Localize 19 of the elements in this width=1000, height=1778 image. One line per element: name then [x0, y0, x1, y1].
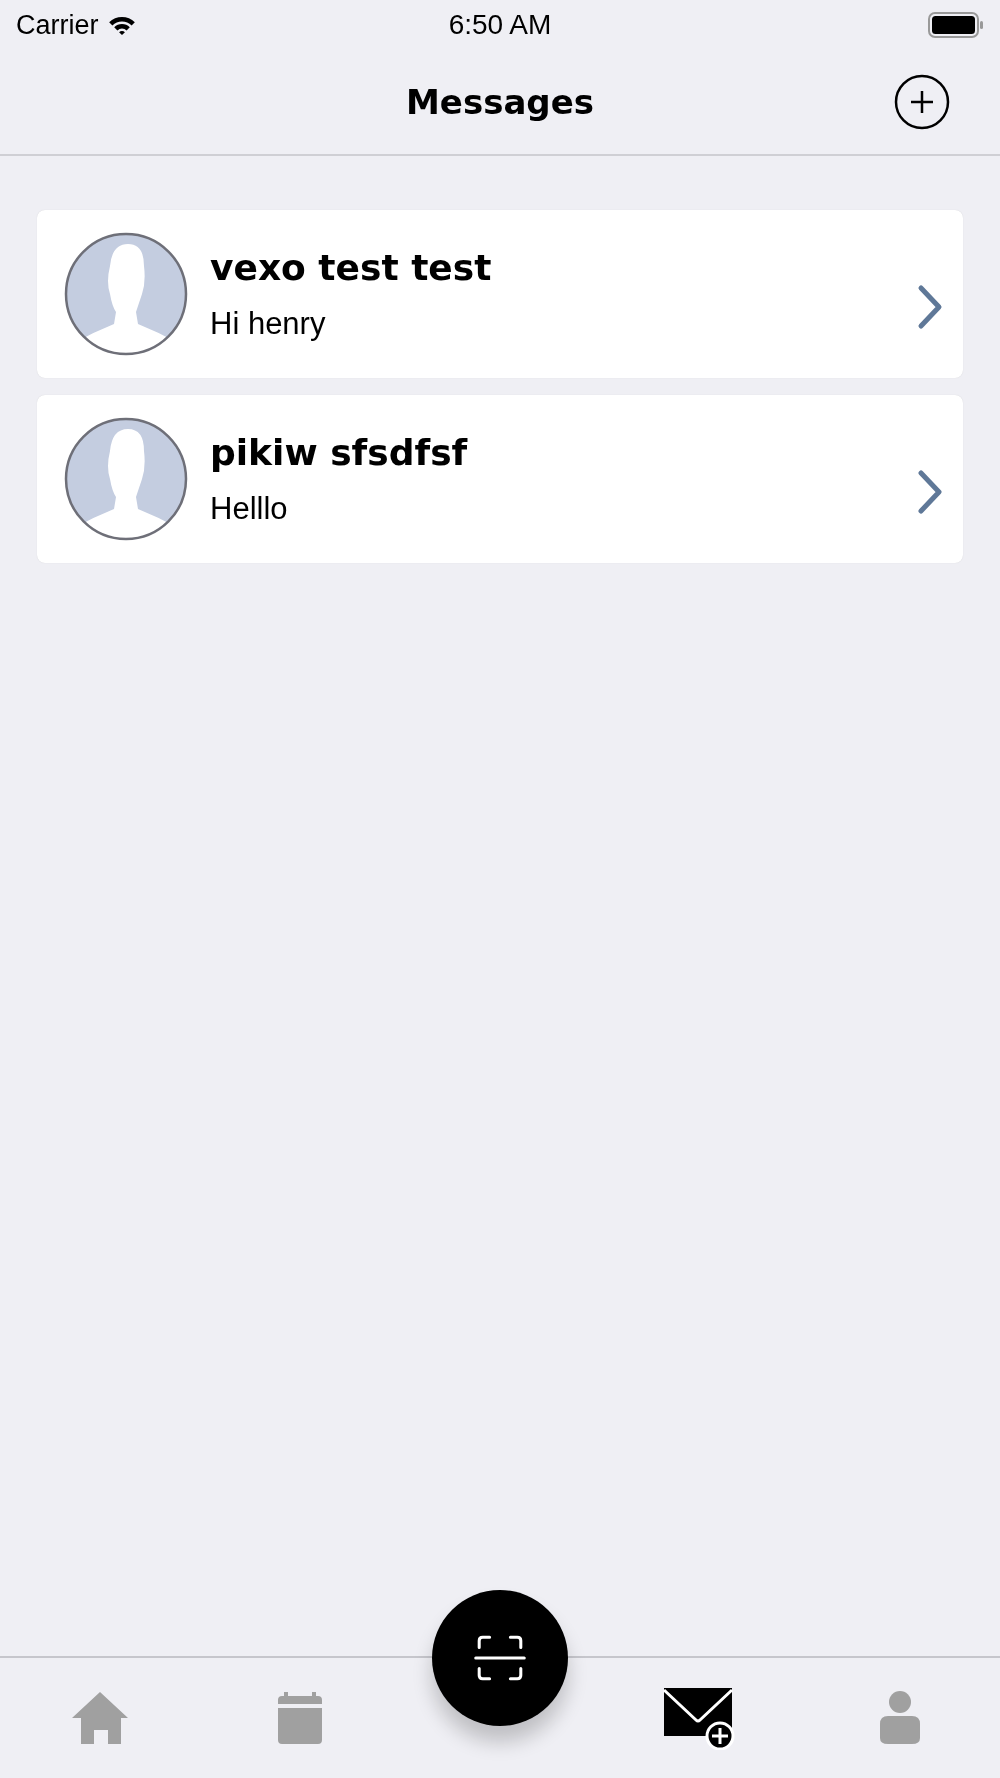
- conversation-card[interactable]: pikiw sfsdfsf Helllo: [37, 395, 963, 563]
- plus-icon: [894, 74, 950, 130]
- add-button[interactable]: [894, 74, 950, 130]
- conversation-card[interactable]: vexo test test Hi henry: [37, 210, 963, 378]
- chevron-icon: [917, 284, 943, 330]
- status-time: 6:50 AM: [448, 9, 552, 41]
- avatar-icon: [64, 417, 188, 541]
- contact-name: pikiw sfsdfsf: [210, 431, 469, 473]
- chevron-icon: [917, 469, 943, 515]
- message-preview: Helllo: [210, 490, 289, 527]
- screen-title: Messages: [406, 82, 594, 122]
- wifi-icon: [106, 14, 137, 36]
- carrier-label: Carrier: [16, 9, 99, 41]
- battery-icon: [928, 12, 984, 38]
- contact-name: vexo test test: [210, 246, 493, 288]
- avatar-icon: [64, 232, 188, 356]
- house-icon: [70, 1690, 130, 1746]
- person-icon: [878, 1690, 922, 1746]
- message-preview: Hi henry: [210, 305, 327, 342]
